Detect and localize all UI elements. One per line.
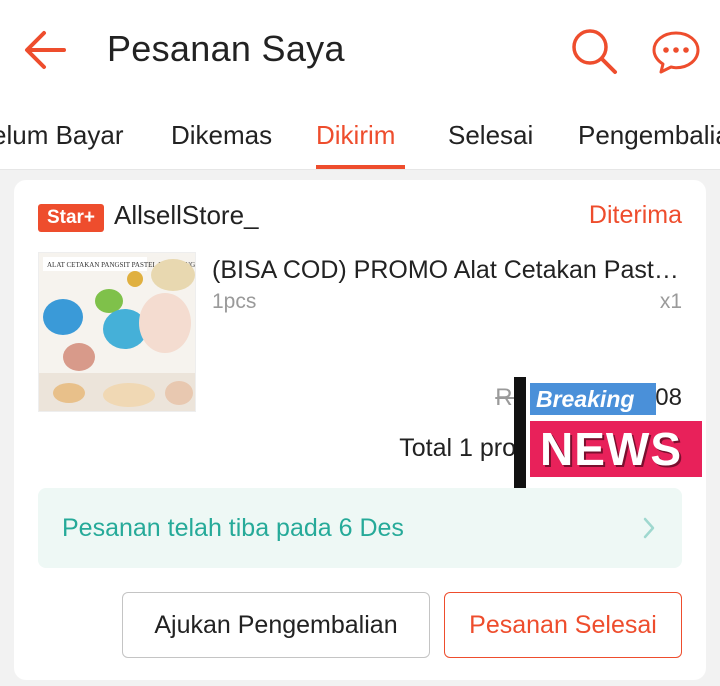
tab-pengembalian[interactable]: Pengembalian [578, 120, 720, 151]
complete-order-button[interactable]: Pesanan Selesai [444, 592, 682, 658]
search-icon[interactable] [569, 26, 619, 76]
shop-name[interactable]: AllsellStore_ [114, 200, 259, 231]
chat-icon[interactable] [650, 29, 702, 75]
active-tab-indicator [316, 165, 405, 169]
product-variant: 1pcs [212, 290, 257, 313]
tab-belum-bayar[interactable]: elum Bayar [0, 120, 124, 151]
order-card[interactable]: Star+ AllsellStore_ Diterima ALAT CETAKA… [14, 180, 706, 680]
tab-dikemas[interactable]: Dikemas [171, 120, 272, 151]
order-total: Total 1 pro [399, 434, 516, 462]
star-plus-badge: Star+ [38, 204, 104, 232]
news-label: NEWS [530, 421, 702, 477]
product-name[interactable]: (BISA COD) PROMO Alat Cetakan Pastel Dum… [212, 256, 684, 285]
tab-selesai[interactable]: Selesai [448, 120, 533, 151]
order-status: Diterima [588, 201, 682, 229]
order-status-tabs: elum Bayar Dikemas Dikirim Selesai Penge… [0, 100, 720, 170]
app-header: Pesanan Saya [0, 0, 720, 100]
chevron-right-icon [643, 517, 655, 539]
dumpling-mold-image: ALAT CETAKAN PANGSIT PASTEL DUMPLING [39, 253, 195, 411]
request-return-button[interactable]: Ajukan Pengembalian [122, 592, 430, 658]
tab-dikirim[interactable]: Dikirim [316, 120, 395, 151]
breaking-news-sticker: Breaking NEWS [514, 377, 706, 499]
page-title: Pesanan Saya [107, 28, 345, 69]
sticker-bar [514, 377, 526, 499]
product-thumbnail[interactable]: ALAT CETAKAN PANGSIT PASTEL DUMPLING [38, 252, 196, 412]
arrival-message: Pesanan telah tiba pada 6 Des [62, 514, 404, 542]
arrival-info[interactable]: Pesanan telah tiba pada 6 Des [38, 488, 682, 568]
product-quantity: x1 [659, 290, 682, 313]
breaking-label: Breaking [530, 383, 656, 415]
back-arrow-icon[interactable] [22, 28, 70, 72]
